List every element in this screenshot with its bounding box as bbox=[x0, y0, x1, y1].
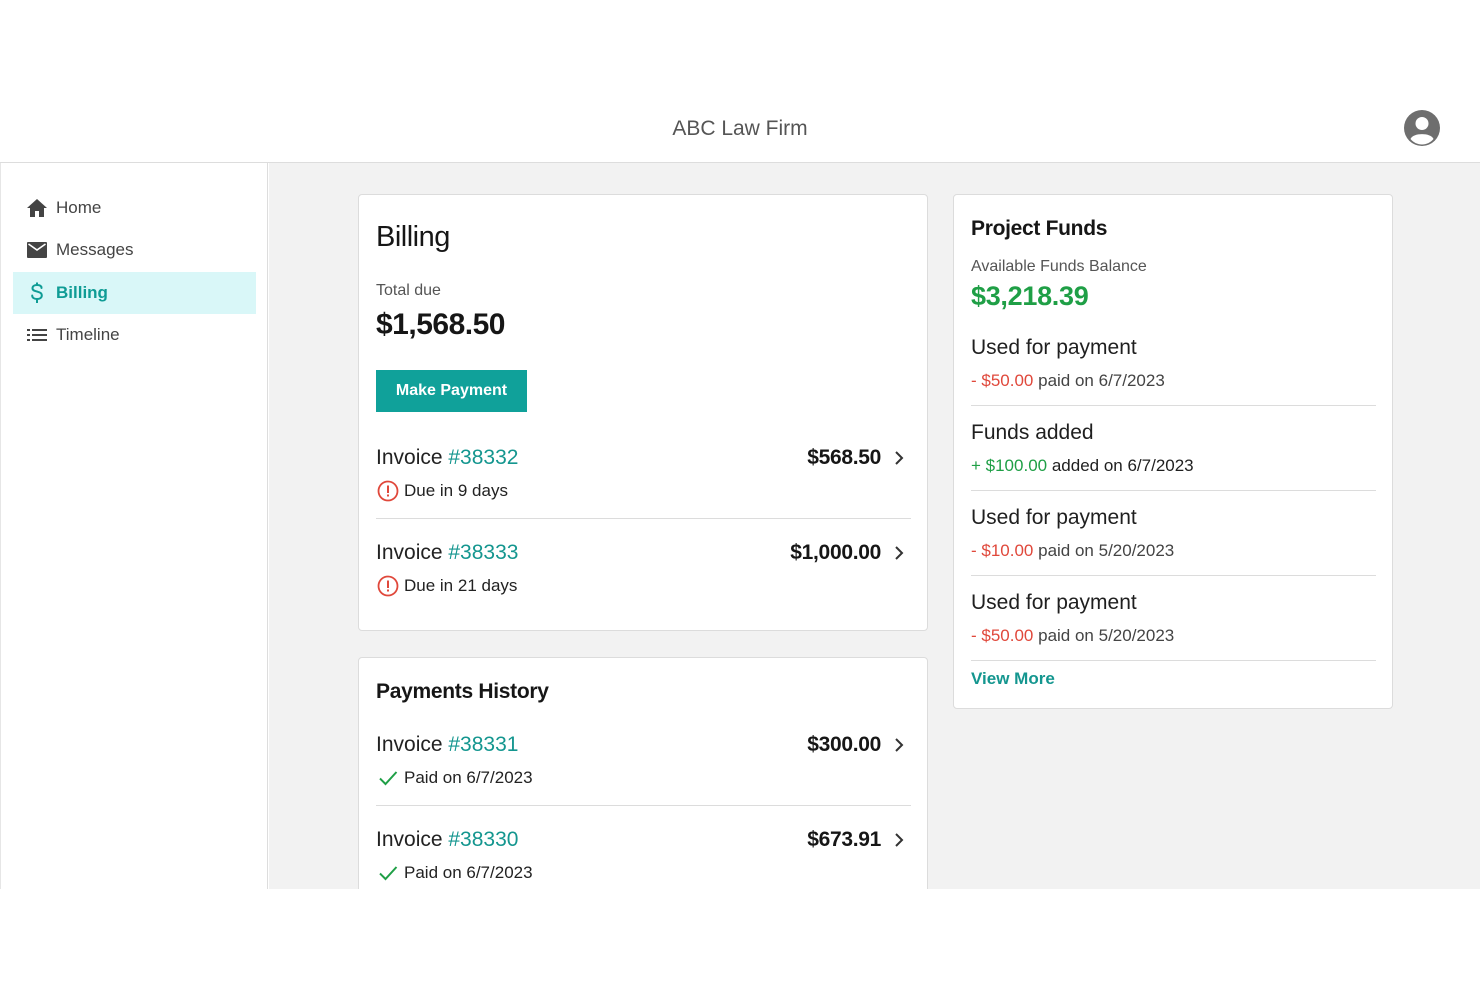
sidebar-item-billing[interactable]: Billing bbox=[13, 272, 256, 314]
mail-icon bbox=[26, 239, 48, 261]
fund-entry: Used for payment - $10.00 paid on 5/20/2… bbox=[971, 506, 1376, 591]
alert-circle-icon bbox=[376, 574, 400, 598]
divider bbox=[971, 405, 1376, 406]
section-title: Project Funds bbox=[971, 217, 1108, 240]
fund-entry-detail: - $10.00 paid on 5/20/2023 bbox=[971, 541, 1175, 560]
invoice-status: Due in 21 days bbox=[376, 574, 517, 598]
divider bbox=[971, 575, 1376, 576]
divider bbox=[376, 518, 911, 519]
check-icon bbox=[376, 766, 400, 790]
invoice-status: Due in 9 days bbox=[376, 479, 508, 503]
invoice-number-link[interactable]: #38333 bbox=[448, 541, 518, 564]
sidebar-item-home[interactable]: Home bbox=[13, 187, 256, 229]
fund-entry-title: Funds added bbox=[971, 421, 1094, 444]
invoice-number-link[interactable]: #38332 bbox=[448, 446, 518, 469]
app-title: ABC Law Firm bbox=[672, 117, 808, 140]
balance-label: Available Funds Balance bbox=[971, 258, 1147, 275]
fund-entry-title: Used for payment bbox=[971, 591, 1137, 614]
invoice-title: Invoice #38331 bbox=[376, 733, 519, 756]
fund-entry-title: Used for payment bbox=[971, 336, 1137, 359]
check-icon bbox=[376, 861, 400, 885]
fund-amount: - $10.00 bbox=[971, 541, 1034, 560]
fund-entry: Used for payment - $50.00 paid on 6/7/20… bbox=[971, 336, 1376, 421]
chevron-right-icon[interactable] bbox=[893, 450, 905, 466]
sidebar-item-messages[interactable]: Messages bbox=[13, 229, 256, 271]
sidebar-item-label: Home bbox=[56, 198, 102, 217]
invoice-amount: $1,000.00 bbox=[790, 541, 881, 564]
dollar-icon bbox=[26, 282, 48, 304]
make-payment-button[interactable]: Make Payment bbox=[376, 370, 527, 412]
fund-entry-detail: - $50.00 paid on 5/20/2023 bbox=[971, 626, 1175, 645]
invoice-row[interactable]: Invoice #38333 $1,000.00 Due in 21 days bbox=[376, 532, 911, 622]
section-title: Payments History bbox=[376, 680, 549, 703]
invoice-amount: $673.91 bbox=[807, 828, 881, 851]
chevron-right-icon[interactable] bbox=[893, 545, 905, 561]
chevron-right-icon[interactable] bbox=[893, 832, 905, 848]
invoice-row[interactable]: Invoice #38331 $300.00 Paid on 6/7/2023 bbox=[376, 724, 911, 814]
sidebar-item-label: Timeline bbox=[56, 325, 120, 344]
user-avatar-icon[interactable] bbox=[1403, 109, 1441, 147]
invoice-number-link[interactable]: #38331 bbox=[448, 733, 518, 756]
divider bbox=[971, 660, 1376, 661]
home-icon bbox=[26, 197, 48, 219]
sidebar-item-label: Messages bbox=[56, 240, 134, 259]
divider bbox=[971, 490, 1376, 491]
funds-balance: $3,218.39 bbox=[971, 281, 1089, 311]
page-title: Billing bbox=[376, 221, 450, 253]
invoice-amount: $568.50 bbox=[807, 446, 881, 469]
top-bar: ABC Law Firm bbox=[0, 96, 1480, 163]
payments-history-card: Payments History Invoice #38331 $300.00 … bbox=[358, 657, 928, 889]
invoice-status: Paid on 6/7/2023 bbox=[376, 861, 533, 885]
fund-amount: - $50.00 bbox=[971, 371, 1034, 390]
invoice-title: Invoice #38330 bbox=[376, 828, 519, 851]
invoice-title: Invoice #38332 bbox=[376, 446, 519, 469]
app-window: ABC Law Firm Home Messages Billing Timel… bbox=[0, 96, 1480, 889]
fund-entry-detail: - $50.00 paid on 6/7/2023 bbox=[971, 371, 1165, 390]
main-content: Billing Total due $1,568.50 Make Payment… bbox=[269, 163, 1480, 889]
sidebar-item-timeline[interactable]: Timeline bbox=[13, 314, 256, 356]
billing-card: Billing Total due $1,568.50 Make Payment… bbox=[358, 194, 928, 631]
alert-circle-icon bbox=[376, 479, 400, 503]
invoice-amount: $300.00 bbox=[807, 733, 881, 756]
chevron-right-icon[interactable] bbox=[893, 737, 905, 753]
fund-entry-detail: + $100.00 added on 6/7/2023 bbox=[971, 456, 1194, 475]
sidebar: Home Messages Billing Timeline bbox=[0, 163, 268, 889]
project-funds-card: Project Funds Available Funds Balance $3… bbox=[953, 194, 1393, 709]
divider bbox=[376, 805, 911, 806]
invoice-row[interactable]: Invoice #38330 $673.91 Paid on 6/7/2023 bbox=[376, 819, 911, 889]
invoice-status: Paid on 6/7/2023 bbox=[376, 766, 533, 790]
view-more-link[interactable]: View More bbox=[971, 669, 1055, 689]
fund-entry-title: Used for payment bbox=[971, 506, 1137, 529]
list-icon bbox=[26, 324, 48, 346]
fund-amount: - $50.00 bbox=[971, 626, 1034, 645]
fund-entry: Used for payment - $50.00 paid on 5/20/2… bbox=[971, 591, 1376, 676]
sidebar-item-label: Billing bbox=[56, 283, 108, 302]
total-due-label: Total due bbox=[376, 282, 441, 299]
fund-amount: + $100.00 bbox=[971, 456, 1048, 475]
invoice-row[interactable]: Invoice #38332 $568.50 Due in 9 days bbox=[376, 437, 911, 527]
invoice-title: Invoice #38333 bbox=[376, 541, 519, 564]
invoice-number-link[interactable]: #38330 bbox=[448, 828, 518, 851]
fund-entry: Funds added + $100.00 added on 6/7/2023 bbox=[971, 421, 1376, 506]
total-due-amount: $1,568.50 bbox=[376, 308, 505, 341]
